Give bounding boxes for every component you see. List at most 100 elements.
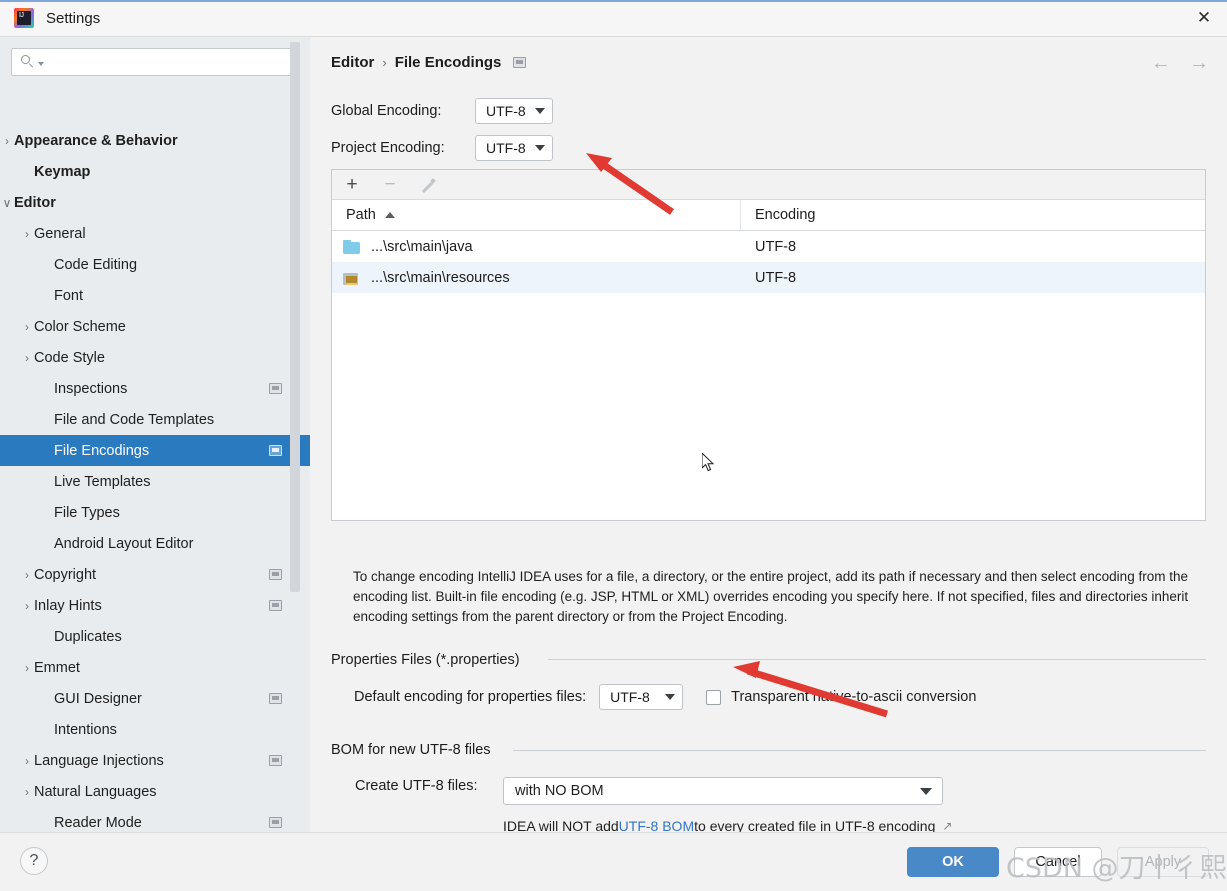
table-row[interactable]: ...\src\main\java UTF-8	[332, 231, 1205, 262]
default-properties-encoding-label: Default encoding for properties files:	[354, 689, 587, 705]
breadcrumb-parent[interactable]: Editor	[331, 54, 374, 71]
search-icon	[20, 54, 36, 70]
global-encoding-row: Global Encoding: UTF-8	[331, 98, 553, 124]
sidebar-item-appearance-behavior[interactable]: › Appearance & Behavior	[0, 125, 310, 156]
sidebar-item-natural-languages[interactable]: › Natural Languages	[0, 776, 310, 807]
table-cell-encoding: UTF-8	[755, 238, 797, 255]
chevron-right-icon[interactable]: ›	[0, 134, 14, 148]
sidebar-item-label: Duplicates	[54, 628, 122, 645]
properties-section-rule	[548, 659, 1206, 660]
ok-button[interactable]: OK	[907, 847, 999, 877]
default-properties-encoding-row: Default encoding for properties files: U…	[354, 684, 976, 710]
sidebar-item-keymap[interactable]: Keymap	[0, 156, 310, 187]
sidebar-item-reader-mode[interactable]: Reader Mode	[0, 807, 310, 832]
search-box[interactable]	[11, 48, 298, 76]
modified-indicator-icon	[269, 755, 282, 766]
chevron-right-icon[interactable]: ›	[20, 568, 34, 582]
project-encoding-combo[interactable]: UTF-8	[475, 135, 553, 161]
table-row[interactable]: ...\src\main\resources UTF-8	[332, 262, 1205, 293]
table-cell-encoding: UTF-8	[755, 269, 797, 286]
modified-indicator-icon	[513, 57, 527, 68]
create-utf8-files-row: Create UTF-8 files:	[355, 778, 477, 794]
window-title: Settings	[46, 9, 101, 27]
breadcrumb-current: File Encodings	[394, 54, 502, 71]
chevron-right-icon[interactable]: ›	[20, 320, 34, 334]
column-header-encoding[interactable]: Encoding	[741, 200, 815, 230]
create-utf8-files-label: Create UTF-8 files:	[355, 778, 478, 794]
sidebar-item-font[interactable]: Font	[0, 280, 310, 311]
sidebar-item-color-scheme[interactable]: › Color Scheme	[0, 311, 310, 342]
remove-button[interactable]: −	[380, 175, 400, 195]
sidebar-item-label: Natural Languages	[34, 783, 157, 800]
sidebar-item-label: File and Code Templates	[54, 411, 215, 428]
bom-section-title: BOM for new UTF-8 files	[331, 742, 499, 758]
modified-indicator-icon	[269, 445, 282, 456]
sidebar-item-duplicates[interactable]: Duplicates	[0, 621, 310, 652]
chevron-right-icon[interactable]: ›	[20, 351, 34, 365]
sidebar-scrollbar[interactable]	[290, 42, 300, 592]
create-utf8-files-combo[interactable]: with NO BOM	[503, 777, 943, 805]
search-input[interactable]	[48, 53, 291, 71]
add-button[interactable]: +	[342, 175, 362, 195]
sidebar-item-language-injections[interactable]: › Language Injections	[0, 745, 310, 776]
sidebar-item-label: GUI Designer	[54, 690, 142, 707]
table-header: Path Encoding	[332, 200, 1205, 231]
breadcrumb: Editor › File Encodings	[331, 54, 527, 71]
forward-arrow-icon[interactable]: →	[1189, 52, 1209, 75]
apply-button[interactable]: Apply	[1117, 847, 1209, 877]
sidebar-item-label: Keymap	[34, 163, 91, 180]
sidebar-item-code-editing[interactable]: Code Editing	[0, 249, 310, 280]
encodings-description: To change encoding IntelliJ IDEA uses fo…	[353, 569, 1189, 624]
chevron-right-icon[interactable]: ›	[20, 599, 34, 613]
sidebar-item-label: Inspections	[54, 380, 128, 397]
default-properties-encoding-combo[interactable]: UTF-8	[599, 684, 684, 710]
sidebar-item-general[interactable]: › General	[0, 218, 310, 249]
encodings-table-panel: + − Path Encoding ...\src\main\java UTF-8…	[331, 169, 1206, 521]
edit-pencil-icon[interactable]	[418, 175, 438, 195]
default-properties-encoding-value: UTF-8	[610, 689, 650, 705]
sidebar-item-label: Android Layout Editor	[54, 535, 194, 552]
chevron-right-icon[interactable]: ›	[20, 227, 34, 241]
column-header-path[interactable]: Path	[332, 200, 741, 230]
cancel-button[interactable]: Cancel	[1014, 847, 1102, 877]
resources-folder-icon	[343, 271, 360, 285]
chevron-right-icon[interactable]: ›	[20, 785, 34, 799]
sidebar-item-code-style[interactable]: › Code Style	[0, 342, 310, 373]
intellij-idea-icon: IJ	[14, 8, 34, 28]
chevron-right-icon[interactable]: ›	[20, 661, 34, 675]
sidebar-item-gui-designer[interactable]: GUI Designer	[0, 683, 310, 714]
sidebar-item-intentions[interactable]: Intentions	[0, 714, 310, 745]
transparent-native-to-ascii-label: Transparent native-to-ascii conversion	[731, 689, 977, 705]
sidebar-item-live-templates[interactable]: Live Templates	[0, 466, 310, 497]
chevron-right-icon[interactable]: ›	[20, 754, 34, 768]
sort-ascending-icon	[384, 212, 395, 218]
back-arrow-icon[interactable]: ←	[1151, 52, 1171, 75]
sidebar-item-copyright[interactable]: › Copyright	[0, 559, 310, 590]
close-icon[interactable]: ✕	[1181, 0, 1227, 36]
sidebar-item-android-layout-editor[interactable]: Android Layout Editor	[0, 528, 310, 559]
chevron-down-icon	[920, 787, 932, 795]
sidebar-item-label: Color Scheme	[34, 318, 126, 335]
column-header-path-label: Path	[346, 207, 376, 223]
sidebar-item-file-encodings[interactable]: File Encodings	[0, 435, 310, 466]
sidebar-item-file-and-code-templates[interactable]: File and Code Templates	[0, 404, 310, 435]
chevron-down-icon[interactable]: ∨	[0, 196, 14, 210]
dialog-footer: ? OK Cancel Apply	[0, 832, 1227, 891]
sidebar-item-inlay-hints[interactable]: › Inlay Hints	[0, 590, 310, 621]
sidebar-item-inspections[interactable]: Inspections	[0, 373, 310, 404]
transparent-native-to-ascii-checkbox[interactable]	[706, 689, 722, 705]
external-link-icon[interactable]: ↗	[942, 819, 952, 833]
sidebar-item-label: Code Editing	[54, 256, 138, 273]
table-rows: ...\src\main\java UTF-8 ...\src\main\resou…	[332, 231, 1205, 293]
sidebar-item-file-types[interactable]: File Types	[0, 497, 310, 528]
global-encoding-label: Global Encoding:	[331, 103, 442, 119]
help-button[interactable]: ?	[20, 847, 48, 875]
dialog-body: › Appearance & Behavior Keymap ∨ Editor › Gene…	[0, 37, 1227, 834]
sidebar-item-label: Inlay Hints	[34, 597, 102, 614]
sidebar-item-label: Live Templates	[54, 473, 151, 490]
sidebar-item-label: Language Injections	[34, 752, 164, 769]
sidebar-item-emmet[interactable]: › Emmet	[0, 652, 310, 683]
sidebar-item-editor[interactable]: ∨ Editor	[0, 187, 310, 218]
global-encoding-combo[interactable]: UTF-8	[475, 98, 553, 124]
table-cell-path: ...\src\main\java	[332, 239, 741, 255]
